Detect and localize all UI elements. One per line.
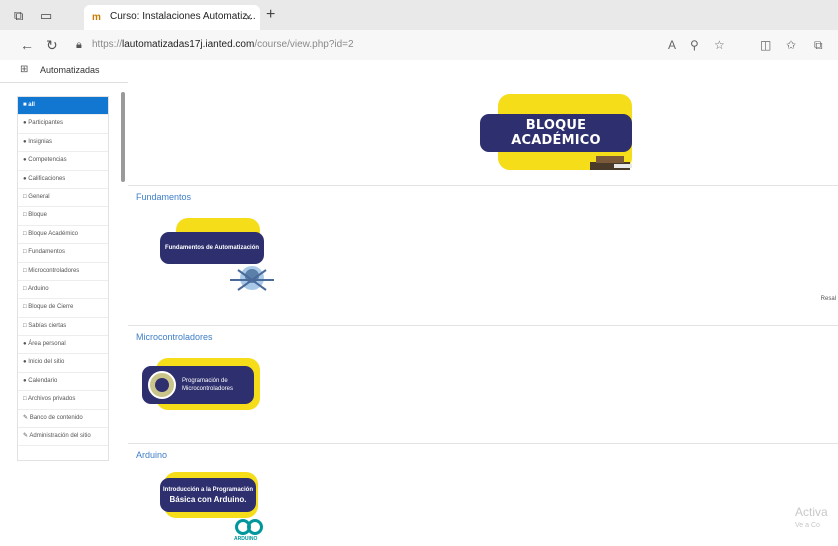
address-bar-row: ← ↻ 🔒︎ https://lautomatizadas17j.ianted.… bbox=[0, 30, 838, 60]
arduino-logo-icon bbox=[235, 519, 263, 535]
sidebar-item[interactable]: □ Bloque Académico bbox=[18, 226, 108, 245]
lock-icon[interactable]: 🔒︎ bbox=[76, 39, 82, 52]
watermark-line-1: Activa bbox=[795, 505, 828, 519]
tab-actions-icon[interactable]: ▭ bbox=[40, 8, 52, 24]
fundamentos-banner[interactable]: Fundamentos de Automatización bbox=[158, 212, 288, 292]
sidebar-item[interactable]: ● Calendario bbox=[18, 373, 108, 392]
sidebar-item[interactable]: ✎ Banco de contenido bbox=[18, 410, 108, 429]
section-edge-text: Resal bbox=[820, 296, 836, 302]
sidebar-item[interactable]: □ Sabías ciertas bbox=[18, 318, 108, 337]
bloque-academico-banner[interactable]: BLOQUE ACADÉMICO bbox=[480, 94, 640, 172]
section-microcontroladores: Microcontroladores Programación de Micro… bbox=[128, 326, 838, 444]
split-screen-icon[interactable]: ◫ bbox=[760, 38, 771, 52]
moodle-favicon-icon: m bbox=[92, 12, 101, 23]
sidebar-item[interactable]: □ Bloque bbox=[18, 207, 108, 226]
sidebar-item[interactable]: □ Arduino bbox=[18, 281, 108, 300]
workspaces-icon[interactable]: ⧉ bbox=[14, 8, 23, 24]
zoom-icon[interactable]: ⚲ bbox=[690, 38, 699, 52]
favorites-bar: ⊞ Automatizadas bbox=[0, 60, 838, 83]
sidebar-item[interactable]: □ Bloque de Cierre bbox=[18, 299, 108, 318]
microchip-illustration-icon bbox=[148, 371, 176, 399]
sidebar-item[interactable]: ✎ Administración del sitio bbox=[18, 428, 108, 447]
browser-tab-strip: ⧉ ▭ m Curso: Instalaciones Automatiz... … bbox=[0, 0, 838, 30]
course-content: BLOQUE ACADÉMICO Fundamentos Fundamentos… bbox=[128, 82, 838, 546]
watermark-line-2: Ve a Co bbox=[795, 522, 820, 529]
sidebar-item[interactable]: ● Calificaciones bbox=[18, 171, 108, 189]
new-tab-button[interactable]: + bbox=[266, 6, 275, 24]
banner-line-1: Introducción a la Programación bbox=[162, 486, 254, 493]
favorite-star-icon[interactable]: ☆ bbox=[714, 38, 725, 52]
microcontroladores-banner[interactable]: Programación de Microcontroladores bbox=[138, 356, 268, 416]
collections-icon[interactable]: ⧉ bbox=[814, 38, 823, 53]
sidebar-item[interactable]: ● Participantes bbox=[18, 115, 108, 134]
url-host: lautomatizadas17j.ianted.com bbox=[122, 39, 255, 50]
section-title-fundamentos[interactable]: Fundamentos bbox=[136, 192, 191, 202]
sidebar-item[interactable]: ● Área personal bbox=[18, 336, 108, 355]
course-navigation-drawer: ■ all ● Participantes ● Insignias ● Compete… bbox=[17, 96, 109, 461]
sidebar-item[interactable]: ● Inicio del sitio bbox=[18, 354, 108, 373]
favorite-automatizadas-link[interactable]: Automatizadas bbox=[40, 65, 100, 75]
browser-tab[interactable]: m Curso: Instalaciones Automatiz... × bbox=[84, 5, 260, 30]
books-illustration-icon bbox=[590, 156, 632, 170]
sidebar-item[interactable]: ■ all bbox=[18, 97, 108, 116]
sidebar-item[interactable]: □ General bbox=[18, 189, 108, 208]
apps-grid-icon[interactable]: ⊞ bbox=[20, 64, 28, 75]
section-title-microcontroladores[interactable]: Microcontroladores bbox=[136, 332, 213, 342]
sidebar-item[interactable]: □ Microcontroladores bbox=[18, 263, 108, 281]
close-tab-icon[interactable]: × bbox=[245, 10, 252, 24]
section-arduino: Arduino Introducción a la Programación B… bbox=[128, 444, 838, 546]
favorites-icon[interactable]: ✩ bbox=[786, 38, 796, 52]
windows-activation-watermark: Activa Ve a Co bbox=[795, 505, 828, 533]
sidebar-item[interactable]: □ Fundamentos bbox=[18, 244, 108, 263]
refresh-icon[interactable]: ↻ bbox=[46, 37, 58, 54]
banner-line-2: Básica con Arduino. bbox=[169, 494, 247, 504]
sidebar-item[interactable]: ● Insignias bbox=[18, 134, 108, 153]
sidebar-item[interactable]: ● Competencias bbox=[18, 152, 108, 171]
url-path: /course/view.php?id=2 bbox=[254, 39, 354, 50]
read-aloud-icon[interactable]: A bbox=[668, 38, 676, 52]
banner-pill: Introducción a la Programación Básica co… bbox=[160, 478, 256, 512]
banner-pill: BLOQUE ACADÉMICO bbox=[480, 114, 632, 152]
arduino-banner[interactable]: Introducción a la Programación Básica co… bbox=[156, 472, 266, 546]
url-field[interactable]: https://lautomatizadas17j.ianted.com/cou… bbox=[92, 35, 637, 55]
url-protocol: https:// bbox=[92, 39, 123, 50]
tab-title: Curso: Instalaciones Automatiz... bbox=[110, 11, 256, 22]
drawer-scrollbar[interactable] bbox=[121, 92, 125, 182]
arduino-logo-caption: ARDUINO bbox=[234, 536, 258, 542]
banner-pill: Fundamentos de Automatización bbox=[160, 232, 264, 264]
section-title-arduino[interactable]: Arduino bbox=[136, 450, 167, 460]
section-fundamentos: Fundamentos Fundamentos de Automatizació… bbox=[128, 186, 838, 326]
robot-illustration-icon bbox=[230, 266, 274, 291]
back-icon[interactable]: ← bbox=[20, 37, 34, 53]
section-bloque-academico: BLOQUE ACADÉMICO bbox=[128, 82, 838, 186]
sidebar-item[interactable]: □ Archivos privados bbox=[18, 391, 108, 410]
